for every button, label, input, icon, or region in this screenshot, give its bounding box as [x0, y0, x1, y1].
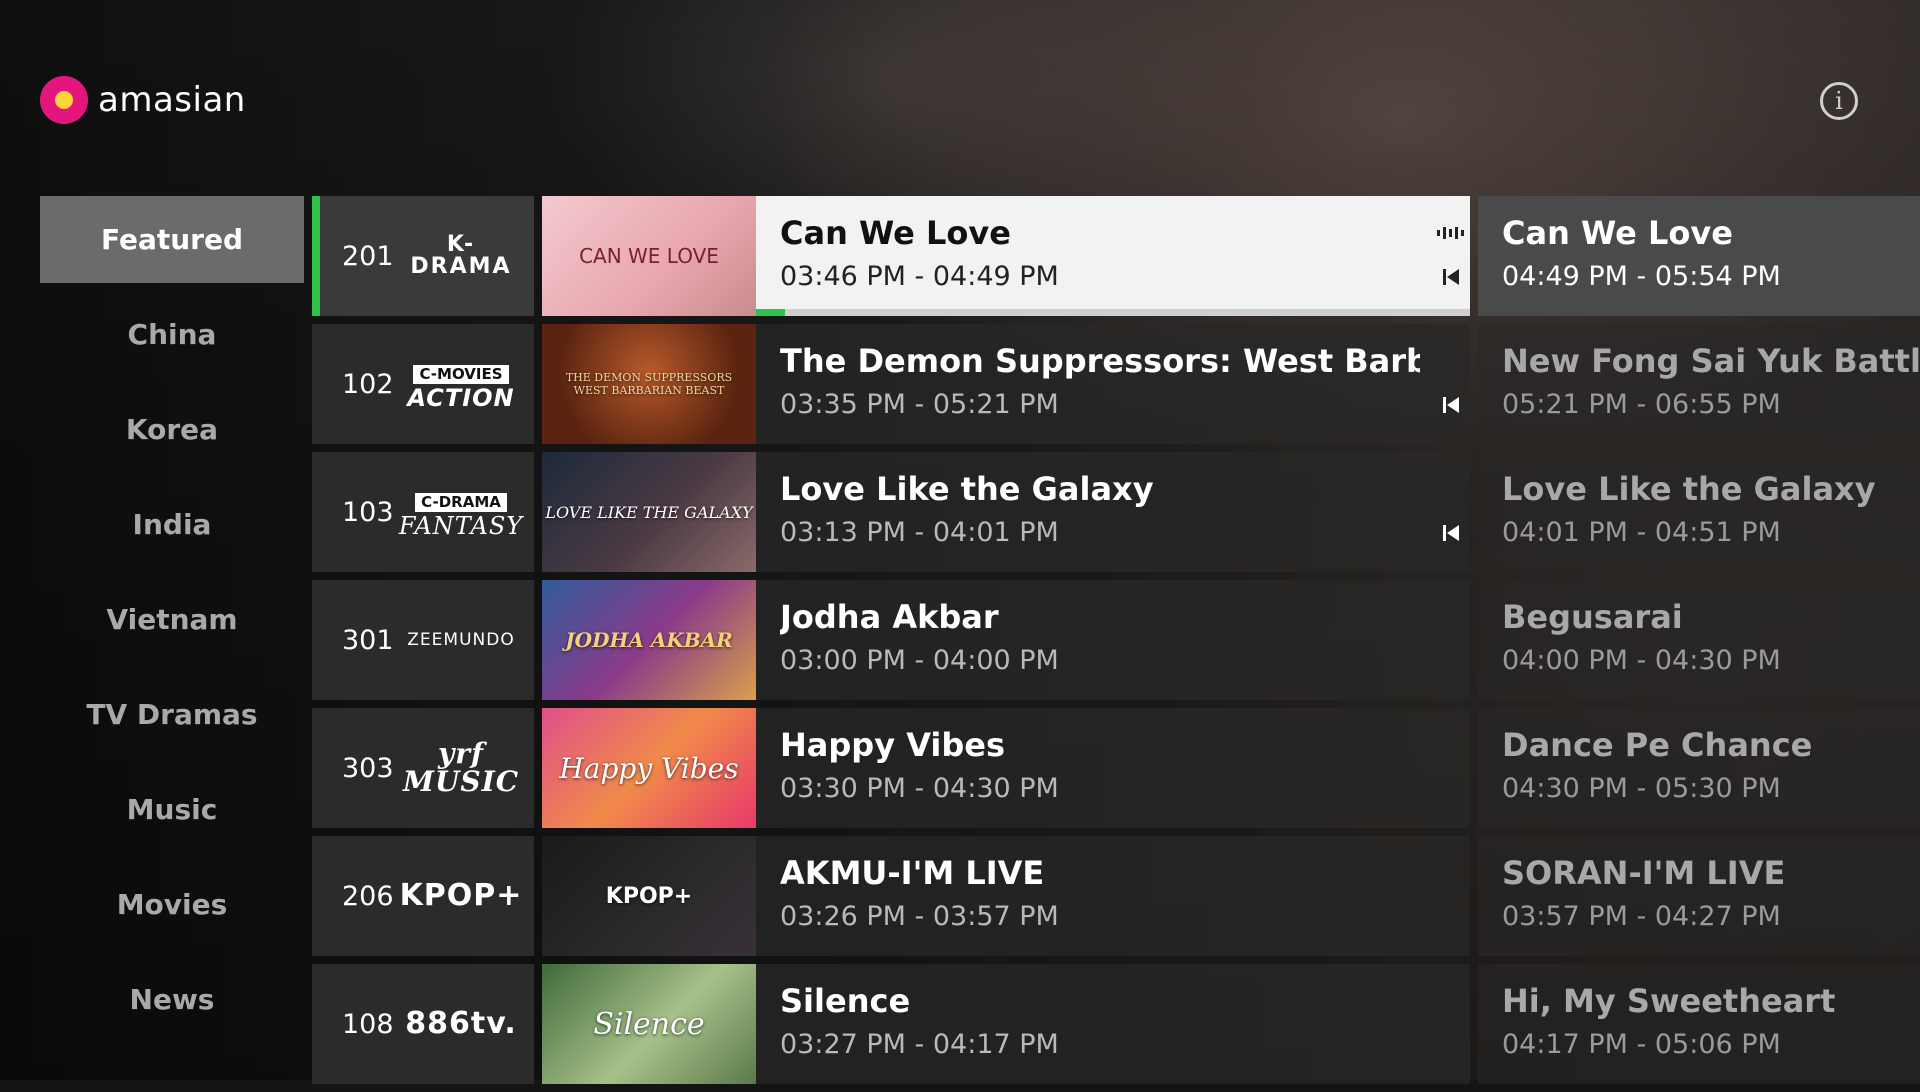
channel-cell[interactable]: 102 C-MOVIES ACTION	[312, 324, 534, 444]
guide-row[interactable]: 108 886tv. Silence Silence 03:27 PM - 04…	[312, 964, 1920, 1084]
channel-logo: K-DRAMA	[410, 232, 512, 279]
next-program-time: 05:21 PM - 06:55 PM	[1502, 389, 1781, 420]
program-time: 03:27 PM - 04:17 PM	[780, 1029, 1059, 1060]
guide-row[interactable]: 206 KPOP+ KPOP+ AKMU-I'M LIVE 03:26 PM -…	[312, 836, 1920, 956]
next-program-cell[interactable]: Love Like the Galaxy 04:01 PM - 04:51 PM	[1478, 452, 1920, 572]
program-thumbnail[interactable]: Silence	[542, 964, 756, 1084]
next-program-cell[interactable]: SORAN-I'M LIVE 03:57 PM - 04:27 PM	[1478, 836, 1920, 956]
program-thumbnail[interactable]: CAN WE LOVE	[542, 196, 756, 316]
category-korea[interactable]: Korea	[40, 386, 304, 473]
program-progress-track	[756, 309, 1470, 316]
program-time: 03:26 PM - 03:57 PM	[780, 901, 1059, 932]
channel-number: 303	[342, 752, 394, 784]
program-thumbnail[interactable]: KPOP+	[542, 836, 756, 956]
channel-logo: C-DRAMA FANTASY	[398, 492, 524, 540]
channel-logo: C-MOVIES ACTION	[407, 364, 515, 412]
current-program-cell[interactable]: AKMU-I'M LIVE 03:26 PM - 03:57 PM	[756, 836, 1470, 956]
channel-cell[interactable]: 303 yrf MUSIC	[312, 708, 534, 828]
category-movies[interactable]: Movies	[40, 861, 304, 948]
program-title: Can We Love	[780, 214, 1011, 252]
program-time: 03:46 PM - 04:49 PM	[780, 261, 1059, 292]
current-program-cell[interactable]: Love Like the Galaxy 03:13 PM - 04:01 PM	[756, 452, 1470, 572]
brand-logo: amasian	[40, 76, 246, 124]
restart-icon[interactable]	[1442, 524, 1460, 542]
next-program-time: 04:49 PM - 05:54 PM	[1502, 261, 1781, 292]
program-progress-fill	[756, 309, 785, 316]
channel-cell[interactable]: 206 KPOP+	[312, 836, 534, 956]
program-time: 03:13 PM - 04:01 PM	[780, 517, 1059, 548]
amasian-logo-icon	[40, 76, 88, 124]
channel-cell[interactable]: 201 K-DRAMA	[312, 196, 534, 316]
restart-icon[interactable]	[1442, 396, 1460, 414]
program-thumbnail[interactable]: Happy Vibes	[542, 708, 756, 828]
restart-icon[interactable]	[1442, 268, 1460, 286]
guide-row[interactable]: 201 K-DRAMA CAN WE LOVE Can We Love 03:4…	[312, 196, 1920, 316]
channel-logo: yrf MUSIC	[402, 737, 519, 798]
channel-number: 201	[342, 240, 394, 272]
program-time: 03:00 PM - 04:00 PM	[780, 645, 1059, 676]
next-program-cell[interactable]: Dance Pe Chance 04:30 PM - 05:30 PM	[1478, 708, 1920, 828]
category-featured[interactable]: Featured	[40, 196, 304, 283]
channel-cell[interactable]: 103 C-DRAMA FANTASY	[312, 452, 534, 572]
current-program-cell[interactable]: The Demon Suppressors: West Barbarian...…	[756, 324, 1470, 444]
next-program-title: Begusarai	[1502, 598, 1683, 636]
channel-number: 103	[342, 496, 394, 528]
next-program-time: 04:00 PM - 04:30 PM	[1502, 645, 1781, 676]
program-time: 03:35 PM - 05:21 PM	[780, 389, 1059, 420]
category-china[interactable]: China	[40, 291, 304, 378]
channel-number: 301	[342, 624, 394, 656]
current-program-cell[interactable]: Jodha Akbar 03:00 PM - 04:00 PM	[756, 580, 1470, 700]
channel-cell[interactable]: 301 ZEEMUNDO	[312, 580, 534, 700]
program-title: Love Like the Galaxy	[780, 470, 1154, 508]
guide-row[interactable]: 102 C-MOVIES ACTION THE DEMON SUPPRESSOR…	[312, 324, 1920, 444]
category-india[interactable]: India	[40, 481, 304, 568]
category-sidebar: Featured China Korea India Vietnam TV Dr…	[40, 196, 304, 1051]
current-program-cell[interactable]: Silence 03:27 PM - 04:17 PM	[756, 964, 1470, 1084]
channel-logo: ZEEMUNDO	[407, 629, 515, 650]
next-program-title: Love Like the Galaxy	[1502, 470, 1876, 508]
channel-number: 108	[342, 1008, 394, 1040]
info-icon[interactable]: i	[1820, 82, 1858, 120]
brand-name: amasian	[98, 80, 246, 120]
category-tv-dramas[interactable]: TV Dramas	[40, 671, 304, 758]
channel-number: 206	[342, 880, 394, 912]
current-program-cell[interactable]: Happy Vibes 03:30 PM - 04:30 PM	[756, 708, 1470, 828]
next-program-cell[interactable]: Can We Love 04:49 PM - 05:54 PM	[1478, 196, 1920, 316]
program-title: The Demon Suppressors: West Barbarian...	[780, 342, 1420, 380]
channel-logo: KPOP+	[399, 878, 523, 913]
next-program-title: Can We Love	[1502, 214, 1733, 252]
next-program-cell[interactable]: Begusarai 04:00 PM - 04:30 PM	[1478, 580, 1920, 700]
guide-row[interactable]: 301 ZEEMUNDO JODHA AKBAR Jodha Akbar 03:…	[312, 580, 1920, 700]
next-program-time: 04:30 PM - 05:30 PM	[1502, 773, 1781, 804]
program-title: Silence	[780, 982, 911, 1020]
next-program-title: Dance Pe Chance	[1502, 726, 1813, 764]
program-time: 03:30 PM - 04:30 PM	[780, 773, 1059, 804]
channel-guide: 201 K-DRAMA CAN WE LOVE Can We Love 03:4…	[312, 196, 1920, 1092]
program-thumbnail[interactable]: THE DEMON SUPPRESSORS WEST BARBARIAN BEA…	[542, 324, 756, 444]
category-music[interactable]: Music	[40, 766, 304, 853]
next-program-title: Hi, My Sweetheart	[1502, 982, 1836, 1020]
live-audio-icon	[1437, 227, 1464, 239]
channel-number: 102	[342, 368, 394, 400]
program-thumbnail[interactable]: LOVE LIKE THE GALAXY	[542, 452, 756, 572]
channel-logo: 886tv.	[405, 1006, 517, 1041]
next-program-cell[interactable]: Hi, My Sweetheart 04:17 PM - 05:06 PM	[1478, 964, 1920, 1084]
program-thumbnail[interactable]: JODHA AKBAR	[542, 580, 756, 700]
next-program-time: 04:17 PM - 05:06 PM	[1502, 1029, 1781, 1060]
guide-row[interactable]: 103 C-DRAMA FANTASY LOVE LIKE THE GALAXY…	[312, 452, 1920, 572]
next-program-time: 03:57 PM - 04:27 PM	[1502, 901, 1781, 932]
program-title: Happy Vibes	[780, 726, 1006, 764]
category-news[interactable]: News	[40, 956, 304, 1043]
program-title: AKMU-I'M LIVE	[780, 854, 1045, 892]
channel-cell[interactable]: 108 886tv.	[312, 964, 534, 1084]
current-program-cell[interactable]: Can We Love 03:46 PM - 04:49 PM	[756, 196, 1470, 316]
next-program-time: 04:01 PM - 04:51 PM	[1502, 517, 1781, 548]
next-program-title: New Fong Sai Yuk Battle In C	[1502, 342, 1920, 380]
next-program-cell[interactable]: New Fong Sai Yuk Battle In C 05:21 PM - …	[1478, 324, 1920, 444]
program-title: Jodha Akbar	[780, 598, 999, 636]
category-vietnam[interactable]: Vietnam	[40, 576, 304, 663]
guide-row[interactable]: 303 yrf MUSIC Happy Vibes Happy Vibes 03…	[312, 708, 1920, 828]
next-program-title: SORAN-I'M LIVE	[1502, 854, 1786, 892]
